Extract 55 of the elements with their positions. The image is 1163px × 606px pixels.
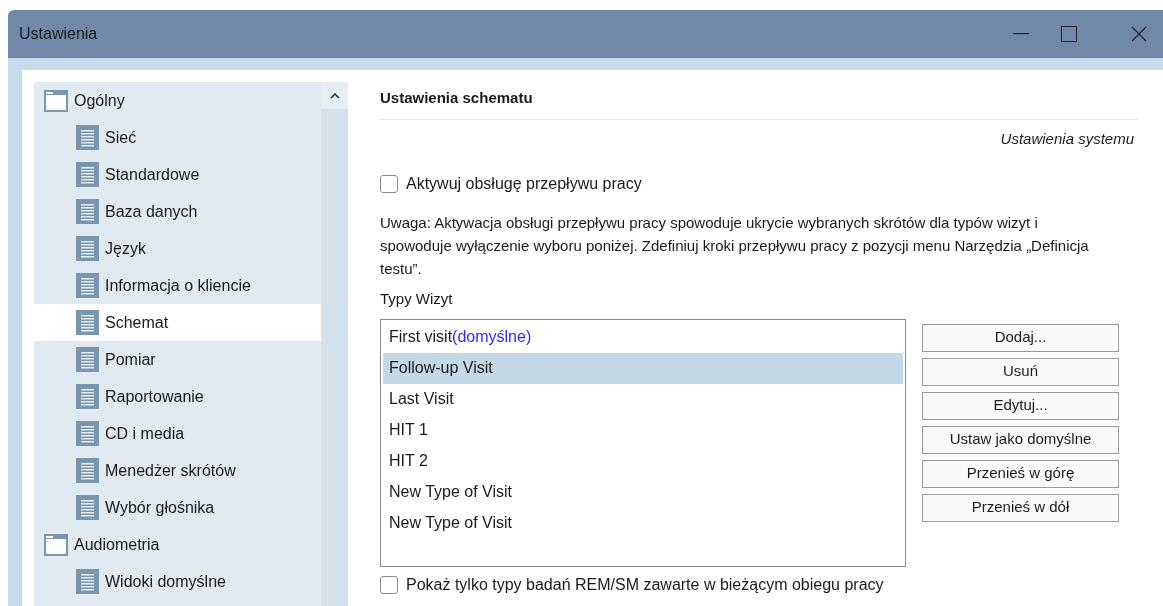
- document-icon: [76, 495, 99, 520]
- document-icon: [76, 162, 99, 187]
- action-button[interactable]: Przenieś w dół: [922, 493, 1119, 522]
- action-button[interactable]: Przenieś w górę: [922, 459, 1119, 488]
- action-button[interactable]: Ustaw jako domyślne: [922, 425, 1119, 454]
- document-icon: [76, 569, 99, 594]
- tree-item[interactable]: Wybór głośnika: [34, 489, 321, 526]
- document-icon: [76, 347, 99, 372]
- document-icon: [76, 384, 99, 409]
- folder-icon: [44, 533, 68, 556]
- document-icon: [76, 199, 99, 224]
- tree-item[interactable]: Schemat: [34, 304, 321, 341]
- tree-item[interactable]: Widoki domyślne: [34, 563, 321, 600]
- list-item[interactable]: New Type of Visit: [383, 507, 903, 539]
- system-settings-link[interactable]: Ustawienia systemu: [1000, 127, 1134, 150]
- list-item[interactable]: New Type of Visit: [383, 476, 903, 508]
- document-icon: [76, 421, 99, 446]
- note-text: Uwaga: Aktywacja obsługi przepływu pracy spowoduje ukrycie wybranych skrótów dla typów wizyt i spowoduje wyłączenie wyboru poniżej. Zdefiniuj kroki przepływu pracy z pozycji menu Narzędzia „Definicja testu”.: [380, 213, 1090, 279]
- tree-item[interactable]: Menedżer skrótów: [34, 452, 321, 489]
- list-item[interactable]: Follow-up Visit: [383, 352, 903, 384]
- document-icon: [76, 236, 99, 261]
- close-icon: [1131, 26, 1147, 42]
- tree-item[interactable]: Język: [34, 230, 321, 267]
- tree-item[interactable]: Baza danych: [34, 193, 321, 230]
- list-item[interactable]: HIT 1: [383, 414, 903, 446]
- document-icon: [76, 310, 99, 335]
- document-icon: [76, 125, 99, 150]
- checkbox[interactable]: [380, 175, 398, 193]
- maximize-icon: [1061, 26, 1077, 42]
- tree-item[interactable]: Ogólny: [34, 82, 321, 119]
- tree-item[interactable]: Pomiar: [34, 341, 321, 378]
- window-title: Ustawienia: [19, 24, 99, 44]
- tree-item[interactable]: Audiometria: [34, 526, 321, 563]
- checkbox[interactable]: [380, 575, 398, 594]
- tree-item[interactable]: Sieć: [34, 119, 321, 156]
- folder-icon: [44, 89, 68, 112]
- checkbox-label: Aktywuj obsługę przepływu pracy: [406, 174, 642, 194]
- scrollbar[interactable]: [321, 82, 348, 606]
- action-button[interactable]: Usuń: [922, 357, 1119, 386]
- list-item[interactable]: Last Visit: [383, 383, 903, 415]
- action-button[interactable]: Edytuj...: [922, 391, 1119, 420]
- list-item[interactable]: First visit(domyślne): [383, 321, 903, 353]
- scroll-up-icon[interactable]: [329, 92, 340, 99]
- tree-item[interactable]: Informacja o kliencie: [34, 267, 321, 304]
- document-icon: [76, 273, 99, 298]
- minimize-icon: [1013, 33, 1029, 35]
- action-button[interactable]: Dodaj...: [922, 323, 1119, 352]
- visit-types-label: Typy Wizyt: [380, 289, 454, 309]
- tree-item[interactable]: CD i media: [34, 415, 321, 452]
- section-heading: Ustawienia schematu: [380, 88, 534, 108]
- tree-item[interactable]: Raportowanie: [34, 378, 321, 415]
- list-item[interactable]: HIT 2: [383, 445, 903, 477]
- tree-item[interactable]: Standardowe: [34, 156, 321, 193]
- checkbox-label: Pokaż tylko typy badań REM/SM zawarte w bieżącym obiegu pracy: [406, 574, 884, 595]
- document-icon: [76, 458, 99, 483]
